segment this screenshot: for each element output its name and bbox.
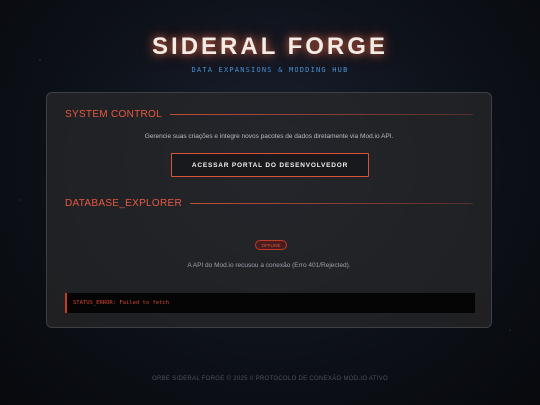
page-footer: ORBE SIDERAL FORGE © 2025 // PROTOCOLO D… xyxy=(152,376,388,382)
database-explorer-header: DATABASE_EXPLORER xyxy=(65,198,473,209)
page-header: SIDERAL FORGE DATA EXPANSIONS & MODDING … xyxy=(0,32,540,74)
console-text: STATUS_ERROR: Failed to fetch xyxy=(73,300,170,306)
app-subtitle: DATA EXPANSIONS & MODDING HUB xyxy=(191,66,349,74)
status-console: STATUS_ERROR: Failed to fetch xyxy=(65,293,475,313)
system-control-description: Gerencie suas criações e integre novos p… xyxy=(144,133,394,140)
main-panel: SYSTEM CONTROL Gerencie suas criações e … xyxy=(46,92,492,328)
section-divider xyxy=(190,203,473,204)
database-explorer-title: DATABASE_EXPLORER xyxy=(65,198,182,209)
system-control-title: SYSTEM CONTROL xyxy=(65,109,162,120)
system-control-header: SYSTEM CONTROL xyxy=(65,109,473,120)
section-divider xyxy=(170,114,473,115)
developer-portal-button[interactable]: ACESSAR PORTAL DO DESENVOLVEDOR xyxy=(171,153,369,177)
status-badge: OFFLINE xyxy=(255,240,287,250)
app-title: SIDERAL FORGE xyxy=(152,33,388,60)
connection-error-message: A API do Mod.io recusou a conexão (Erro … xyxy=(187,262,351,269)
